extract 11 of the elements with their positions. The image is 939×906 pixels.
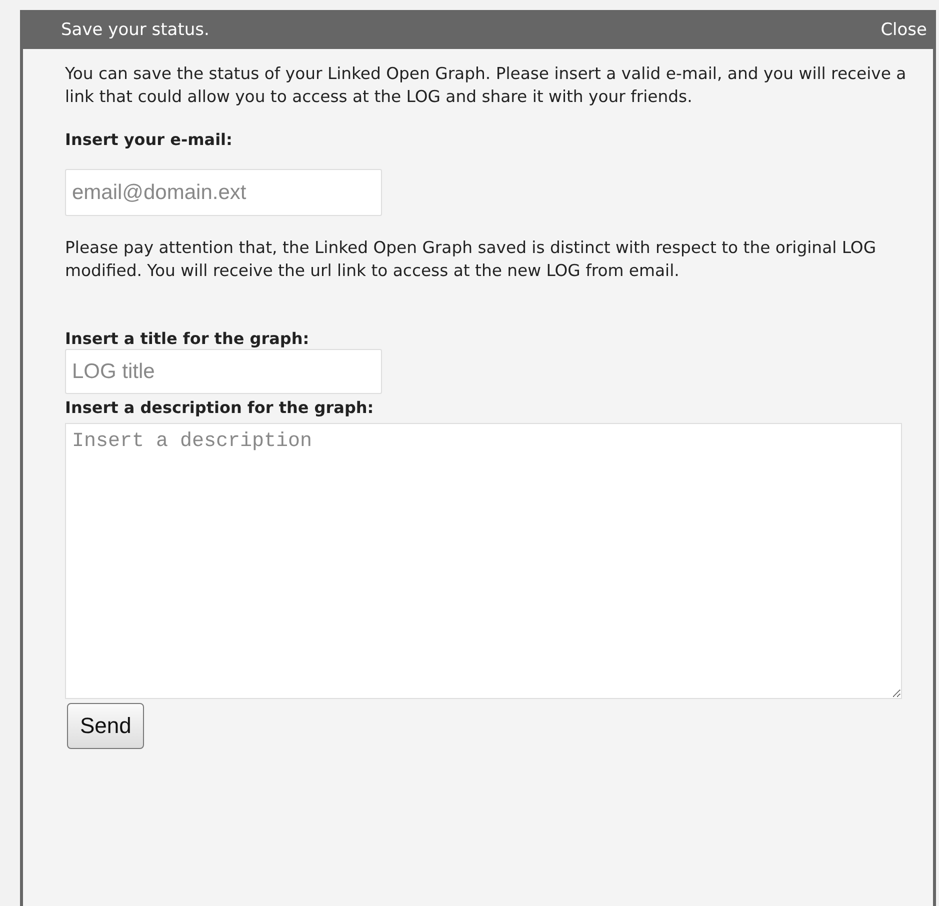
send-button[interactable]: Send [67, 703, 144, 749]
close-link[interactable]: Close [880, 18, 927, 44]
title-field[interactable]: LOG title [65, 349, 382, 394]
description-label: Insert a description for the graph: [65, 397, 375, 419]
title-label: Insert a title for the graph: [65, 329, 310, 349]
intro-paragraph: You can save the status of your Linked Open Graph. Please insert a valid e-mail, and you will receive a link that could allow you to access at the LOG and share it with your friends. [65, 63, 908, 108]
email-label: Insert your e-mail: [65, 129, 234, 151]
notice-paragraph: Please pay attention that, the Linked Open Graph saved is distinct with respect to the original LOG modified. You will receive the url link to access at the new LOG from email. [65, 237, 878, 282]
description-field[interactable]: Insert a description [65, 423, 902, 699]
email-field[interactable]: email@domain.ext [65, 169, 382, 216]
dialog-title: Save your status. [61, 19, 210, 42]
